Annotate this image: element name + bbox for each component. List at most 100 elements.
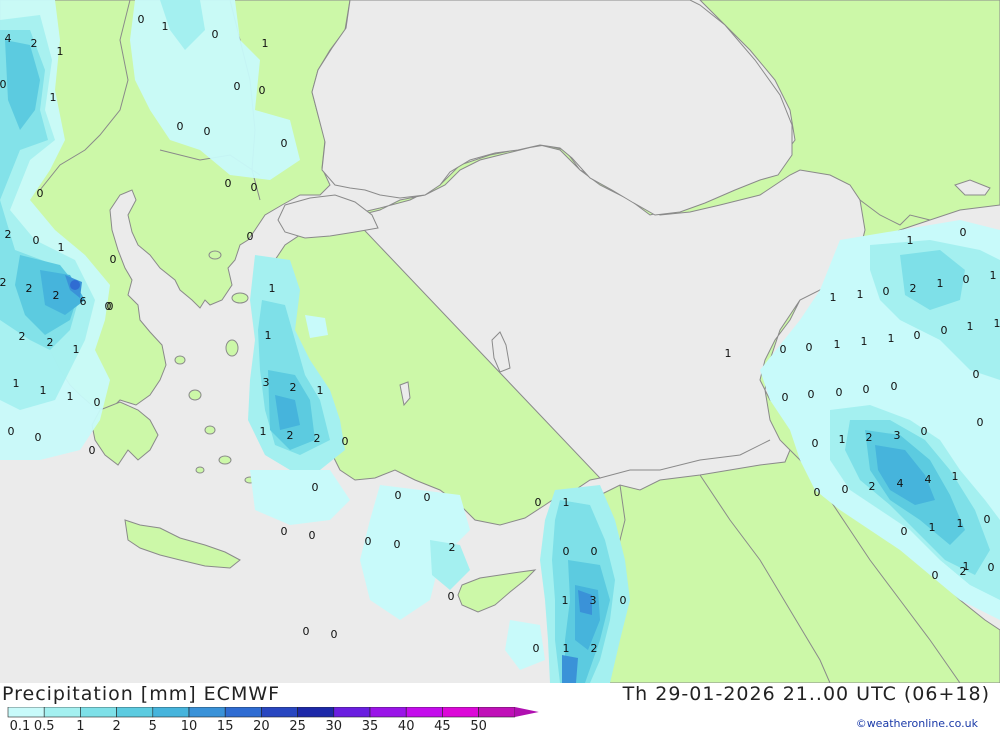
legend-swatch <box>80 707 117 718</box>
precip-value: 1 <box>50 91 57 104</box>
precip-value: 2 <box>47 336 54 349</box>
legend-swatch <box>188 707 226 718</box>
precip-value: 0 <box>177 120 184 133</box>
precip-value: 0 <box>842 483 849 496</box>
precip-value: 1 <box>957 517 964 530</box>
legend-label: 15 <box>217 719 234 733</box>
precip-value: 1 <box>67 390 74 403</box>
precip-value: 2 <box>5 228 12 241</box>
precip-value: 1 <box>260 425 267 438</box>
legend-swatch <box>261 707 298 718</box>
precip-value: 0 <box>8 425 15 438</box>
precip-value: 0 <box>863 383 870 396</box>
precip-value: 2 <box>31 37 38 50</box>
legend-label: 45 <box>434 719 451 733</box>
precip-value: 2 <box>866 431 873 444</box>
precip-value: 0 <box>37 187 44 200</box>
precip-value: 1 <box>967 320 974 333</box>
precip-value: 2 <box>0 276 7 289</box>
precip-value: 1 <box>58 241 65 254</box>
precip-value: 0 <box>836 386 843 399</box>
precip-value: 0 <box>0 78 7 91</box>
legend-swatch <box>224 707 262 718</box>
precip-value: 0 <box>331 628 338 641</box>
precip-value: 0 <box>901 525 908 538</box>
legend-label: 25 <box>289 719 306 733</box>
legend-swatch <box>369 707 407 718</box>
legend-label: 10 <box>181 719 198 733</box>
legend-swatch <box>43 707 81 718</box>
precip-value: 4 <box>925 473 932 486</box>
precip-value: 0 <box>35 431 42 444</box>
precip-value: 0 <box>424 491 431 504</box>
precip-value: 2 <box>449 541 456 554</box>
precip-value: 1 <box>937 277 944 290</box>
precip-value: 0 <box>309 529 316 542</box>
legend-swatch <box>297 707 335 718</box>
precip-value: 3 <box>894 429 901 442</box>
precip-value: 0 <box>914 329 921 342</box>
precip-value: 0 <box>89 444 96 457</box>
precip-value: 0 <box>941 324 948 337</box>
legend-label: 1 <box>76 719 84 733</box>
precip-value: 2 <box>53 289 60 302</box>
precip-value: 0 <box>960 226 967 239</box>
precip-value: 0 <box>782 391 789 404</box>
precip-value: 1 <box>963 560 970 573</box>
precip-value: 0 <box>259 84 266 97</box>
precip-value: 1 <box>994 317 1000 330</box>
legend-swatch <box>152 707 190 718</box>
precip-value: 0 <box>977 416 984 429</box>
precip-value: 1 <box>73 343 80 356</box>
precip-value: 0 <box>247 230 254 243</box>
legend-label: 2 <box>112 719 120 733</box>
precip-value: 0 <box>107 300 114 313</box>
precip-value: 0 <box>814 486 821 499</box>
precip-value: 0 <box>883 285 890 298</box>
legend-label: 30 <box>326 719 343 733</box>
legend-label: 40 <box>398 719 415 733</box>
precip-value: 1 <box>839 433 846 446</box>
precip-value: 1 <box>857 288 864 301</box>
precip-value: 1 <box>830 291 837 304</box>
precip-value: 6 <box>80 295 87 308</box>
precip-value: 0 <box>563 545 570 558</box>
precip-value: 2 <box>910 282 917 295</box>
precip-value: 2 <box>314 432 321 445</box>
precip-value: 0 <box>891 380 898 393</box>
forecast-datetime: Th 29-01-2026 21..00 UTC (06+18) <box>622 683 990 705</box>
chart-title: Precipitation [mm] ECMWF <box>2 683 281 705</box>
legend-swatch <box>405 707 443 718</box>
precip-value: 0 <box>806 341 813 354</box>
precip-value: 1 <box>888 332 895 345</box>
precip-value: 0 <box>281 525 288 538</box>
precip-value: 2 <box>591 642 598 655</box>
credit-link[interactable]: ©weatheronline.co.uk <box>856 717 978 730</box>
precip-value: 1 <box>929 521 936 534</box>
precip-value: 0 <box>138 13 145 26</box>
precip-value: 1 <box>57 45 64 58</box>
precip-value: 0 <box>988 561 995 574</box>
legend-arrow <box>514 707 539 717</box>
precip-value: 0 <box>395 489 402 502</box>
legend-label: 5 <box>149 719 157 733</box>
precip-value: 2 <box>287 429 294 442</box>
precip-value: 0 <box>921 425 928 438</box>
precip-value: 0 <box>533 642 540 655</box>
precip-value: 0 <box>620 594 627 607</box>
precip-value: 0 <box>780 343 787 356</box>
legend-label: 20 <box>253 719 270 733</box>
precip-value: 0 <box>812 437 819 450</box>
precip-value: 1 <box>162 20 169 33</box>
precip-value: 0 <box>342 435 349 448</box>
legend-swatch <box>7 707 45 718</box>
precip-value: 1 <box>861 335 868 348</box>
legend-label: 50 <box>470 719 487 733</box>
precip-value: 3 <box>263 376 270 389</box>
precip-value: 0 <box>963 273 970 286</box>
precip-value: 0 <box>212 28 219 41</box>
precip-value: 2 <box>19 330 26 343</box>
precip-value: 1 <box>40 384 47 397</box>
legend-swatch <box>478 707 516 718</box>
precip-value: 3 <box>590 594 597 607</box>
